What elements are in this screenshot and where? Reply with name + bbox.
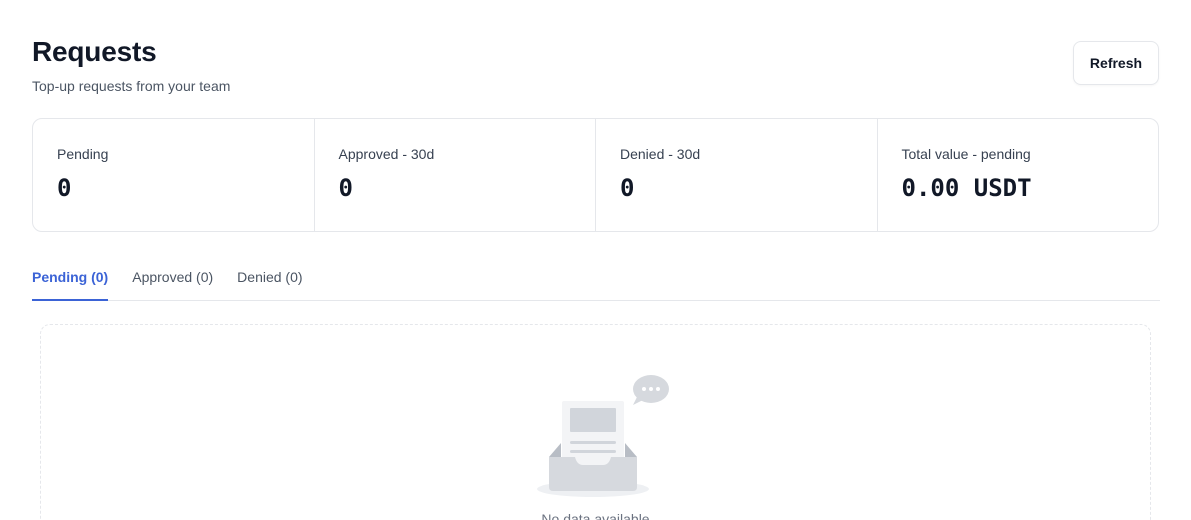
refresh-button[interactable]: Refresh — [1073, 41, 1159, 85]
empty-state: No data available — [40, 324, 1151, 520]
empty-state-message: No data available — [541, 511, 650, 520]
requests-page: Requests Top-up requests from your team … — [0, 0, 1191, 520]
page-subtitle: Top-up requests from your team — [32, 78, 231, 94]
stats-panel: Pending 0 Approved - 30d 0 Denied - 30d … — [32, 118, 1159, 232]
stat-value: 0 — [338, 174, 353, 202]
stat-label: Denied - 30d — [620, 146, 701, 162]
stat-approved-30d: Approved - 30d 0 — [315, 119, 596, 231]
stat-value: 0 — [57, 174, 72, 202]
empty-inbox-icon — [537, 375, 669, 497]
stat-total-value-pending: Total value - pending 0.00 USDT — [878, 119, 1159, 231]
stat-value: 0.00 USDT — [901, 174, 1032, 202]
tab-approved[interactable]: Approved (0) — [132, 262, 213, 301]
stat-denied-30d: Denied - 30d 0 — [596, 119, 878, 231]
tab-pending[interactable]: Pending (0) — [32, 262, 109, 301]
stat-label: Approved - 30d — [338, 146, 435, 162]
request-tabs: Pending (0) Approved (0) Denied (0) — [32, 262, 1160, 301]
stat-value: 0 — [620, 174, 635, 202]
page-title: Requests — [32, 36, 157, 67]
tab-denied[interactable]: Denied (0) — [237, 262, 302, 301]
stat-label: Total value - pending — [901, 146, 1031, 162]
stat-label: Pending — [57, 146, 109, 162]
page-header: Requests Top-up requests from your team — [32, 36, 230, 95]
stat-pending: Pending 0 — [33, 119, 315, 231]
